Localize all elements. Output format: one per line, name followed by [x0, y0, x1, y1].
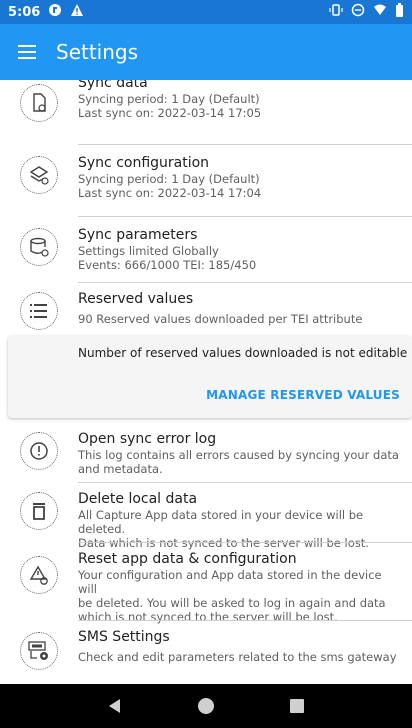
manage-reserved-values-button[interactable]: MANAGE RESERVED VALUES [206, 388, 400, 402]
dnd-icon [351, 3, 365, 21]
item-title: Sync parameters [78, 227, 198, 243]
settings-item-reserved-values[interactable]: Reserved values 90 Reserved values downl… [0, 284, 412, 336]
recents-icon[interactable] [283, 692, 311, 720]
item-title: Reset app data & configuration [78, 551, 297, 567]
data-saver-icon [48, 3, 62, 21]
system-nav-bar [0, 684, 412, 728]
back-icon[interactable] [101, 692, 129, 720]
settings-list[interactable]: Sync data Syncing period: 1 Day (Default… [0, 80, 412, 684]
trash-icon [20, 492, 58, 530]
item-line: All Capture App data stored in your devi… [78, 508, 364, 536]
item-line: Check and edit parameters related to the… [78, 650, 397, 664]
item-title: SMS Settings [78, 629, 170, 645]
item-line: Events: 666/1000 TEI: 185/450 [78, 258, 257, 272]
divider [78, 144, 412, 145]
item-title: Open sync error log [78, 431, 217, 447]
home-icon[interactable] [192, 692, 220, 720]
app-bar: Settings [0, 24, 412, 80]
divider [78, 216, 412, 217]
error-icon [20, 432, 58, 470]
item-line: This log contains all errors caused by s… [78, 448, 399, 462]
divider [78, 542, 412, 543]
list-icon [20, 292, 58, 330]
reserved-values-message: Number of reserved values downloaded is … [78, 346, 408, 360]
item-title: Sync configuration [78, 155, 210, 171]
item-line: 90 Reserved values downloaded per TEI at… [78, 312, 363, 326]
item-line: and metadata. [78, 462, 163, 476]
item-line: Last sync on: 2022-03-14 17:04 [78, 186, 262, 200]
item-title: Reserved values [78, 291, 194, 307]
sync-configuration-icon [20, 156, 58, 194]
settings-item-sync-error-log[interactable]: Open sync error log This log contains al… [0, 424, 412, 480]
item-line: Syncing period: 1 Day (Default) [78, 92, 260, 106]
sync-data-icon [20, 84, 58, 122]
warning-icon [70, 3, 84, 21]
reserved-values-panel: Number of reserved values downloaded is … [8, 336, 412, 418]
status-bar: 5:06 [0, 0, 412, 24]
item-line: Last sync on: 2022-03-14 17:05 [78, 106, 262, 120]
page-title: Settings [56, 40, 139, 64]
battery-icon [395, 3, 404, 21]
settings-item-sync-configuration[interactable]: Sync configuration Syncing period: 1 Day… [0, 146, 412, 214]
sync-parameters-icon [20, 228, 58, 266]
settings-item-sms-settings[interactable]: SMS Settings Check and edit parameters r… [0, 622, 412, 678]
wifi-icon [373, 3, 387, 21]
item-line: Your configuration and App data stored i… [78, 568, 382, 596]
sms-settings-icon [20, 632, 58, 670]
settings-item-reset-app[interactable]: Reset app data & configuration Your conf… [0, 544, 412, 624]
vibrate-icon [329, 3, 343, 21]
reset-icon [20, 556, 58, 594]
settings-item-sync-parameters[interactable]: Sync parameters Settings limited Globall… [0, 218, 412, 286]
divider [78, 282, 412, 283]
divider [78, 482, 412, 483]
settings-item-delete-local-data[interactable]: Delete local data All Capture App data s… [0, 484, 412, 550]
menu-icon[interactable] [16, 40, 40, 64]
divider [78, 620, 412, 621]
item-line: Syncing period: 1 Day (Default) [78, 172, 260, 186]
item-line: Settings limited Globally [78, 244, 219, 258]
item-title: Delete local data [78, 491, 198, 507]
settings-item-sync-data[interactable]: Sync data Syncing period: 1 Day (Default… [0, 80, 412, 138]
item-title: Sync data [78, 80, 148, 91]
status-time: 5:06 [8, 4, 41, 20]
item-line: be deleted. You will be asked to log in … [78, 596, 386, 610]
